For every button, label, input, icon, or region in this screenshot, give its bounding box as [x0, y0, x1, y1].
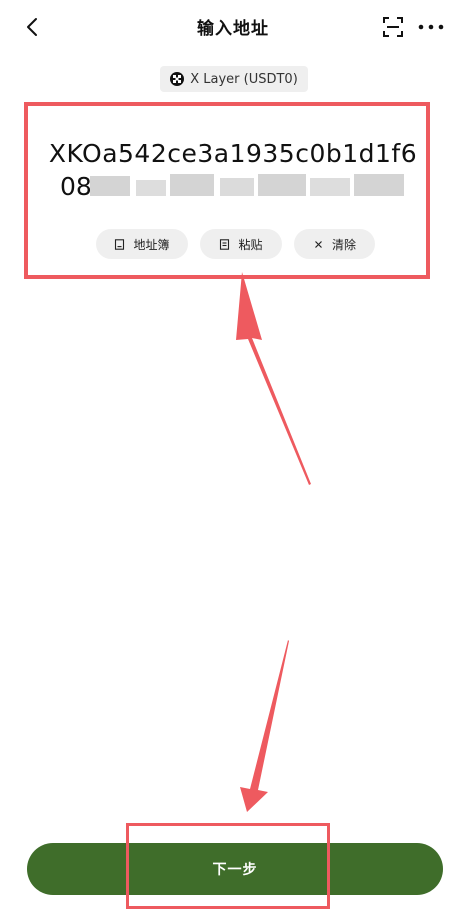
top-bar: 输入地址 — [0, 0, 466, 54]
scan-button[interactable] — [381, 15, 405, 39]
x-layer-icon — [170, 72, 185, 86]
network-label: X Layer (USDT0) — [190, 71, 298, 87]
more-button[interactable] — [417, 15, 445, 39]
highlight-box-next — [126, 823, 330, 909]
arrow-up — [236, 272, 311, 485]
network-selector[interactable]: X Layer (USDT0) — [160, 66, 308, 92]
scan-icon — [383, 17, 403, 37]
more-horizontal-icon — [418, 24, 444, 30]
arrow-down — [240, 640, 289, 812]
highlight-box-address — [24, 102, 430, 279]
